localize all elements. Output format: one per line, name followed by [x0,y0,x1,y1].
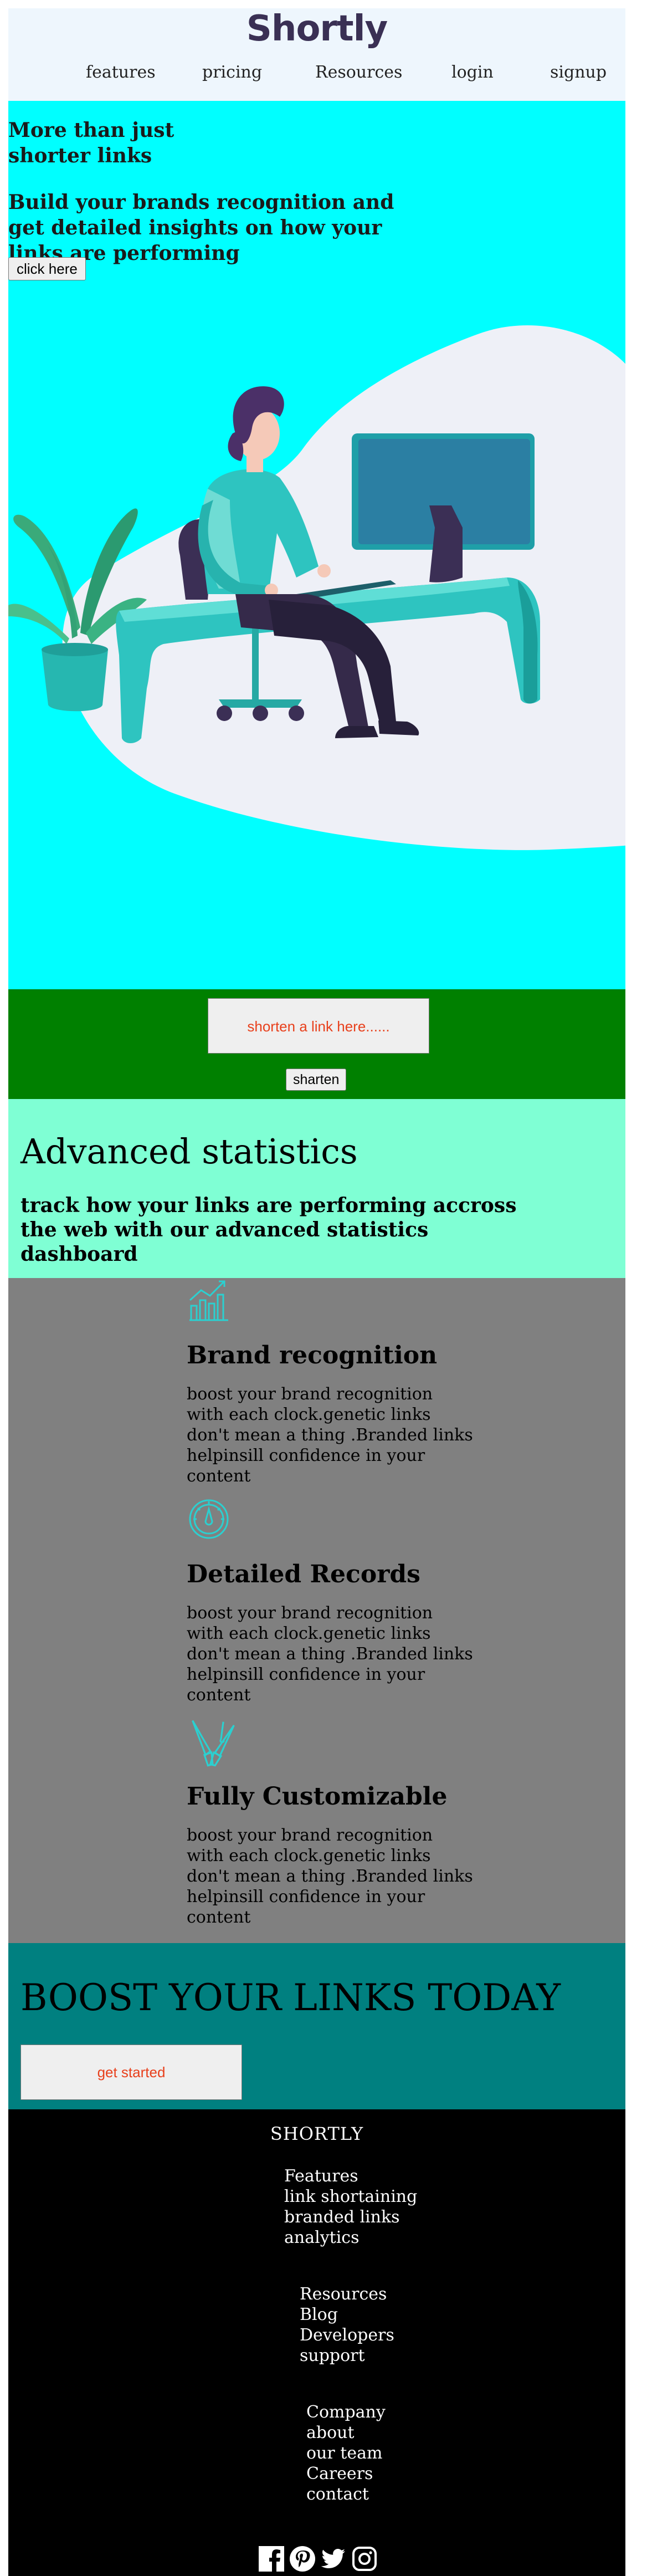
advanced-statistics-section: Advanced statistics track how your links… [8,1099,625,1278]
feature-title: Brand recognition [187,1341,438,1369]
boost-section: BOOST YOUR LINKS TODAY get started [8,1943,625,2109]
feature-text: boost your brand recognition with each c… [187,1826,473,1927]
footer-heading: Company [306,2403,386,2422]
footer-link[interactable]: link shortaining [284,2186,417,2207]
bar-chart-icon [189,1280,228,1321]
site-header: Shortly features pricing Resources login… [8,8,625,101]
twitter-icon[interactable] [320,2545,347,2573]
feature-card: Fully Customizable boost your brand reco… [187,1716,475,1928]
footer-column-company: Company about our team Careers contact [306,2402,386,2505]
person-working-at-desk-illustration [8,325,625,850]
feature-card: Brand recognition boost your brand recog… [187,1278,475,1486]
shorten-link-input[interactable]: shorten a link here...... [208,998,429,1054]
hero-subtitle: Build your brands recognition and get de… [8,191,394,265]
features-section: Brand recognition boost your brand recog… [8,1278,625,1943]
footer-link[interactable]: support [300,2345,394,2366]
nav-login[interactable]: login [451,63,494,82]
get-started-button[interactable]: get started [20,2045,242,2100]
instagram-icon[interactable] [351,2545,378,2573]
hero-title: More than just shorter links [8,119,174,167]
pinterest-icon[interactable] [289,2545,316,2573]
feature-text: boost your brand recognition with each c… [187,1603,473,1705]
site-footer: SHORTLY Features link shortaining brande… [8,2109,625,2576]
feature-card: Detailed Records boost your brand recogn… [187,1497,475,1705]
feature-text: boost your brand recognition with each c… [187,1384,473,1486]
footer-link[interactable]: Careers [306,2463,386,2484]
hero-section: More than just shorter links Build your … [8,101,625,989]
feature-title: Fully Customizable [187,1782,448,1811]
footer-link[interactable]: branded links [284,2207,417,2227]
footer-link[interactable]: Developers [300,2325,394,2345]
logo[interactable]: Shortly [8,8,625,49]
footer-brand: SHORTLY [270,2123,364,2144]
advanced-text: track how your links are performing accr… [20,1194,517,1266]
facebook-icon[interactable] [258,2545,285,2573]
advanced-title: Advanced statistics [20,1131,358,1172]
footer-link[interactable]: about [306,2422,386,2443]
shorten-section: shorten a link here...... sharten [8,989,625,1099]
brushes-icon [192,1720,235,1767]
footer-heading: Resources [300,2284,387,2304]
gauge-icon [189,1499,229,1539]
boost-title: BOOST YOUR LINKS TODAY [20,1976,561,2019]
feature-title: Detailed Records [187,1560,420,1588]
footer-link[interactable]: our team [306,2443,386,2463]
footer-link[interactable]: Blog [300,2304,394,2325]
footer-heading: Features [284,2166,358,2186]
footer-link[interactable]: analytics [284,2227,417,2248]
main-nav: features pricing Resources login signup [8,63,625,85]
nav-features[interactable]: features [86,63,156,82]
nav-signup[interactable]: signup [550,63,607,82]
footer-column-resources: Resources Blog Developers support [300,2284,394,2366]
shorten-button[interactable]: sharten [286,1069,347,1091]
footer-column-features: Features link shortaining branded links … [284,2166,417,2248]
nav-pricing[interactable]: pricing [202,63,262,82]
footer-link[interactable]: contact [306,2484,386,2505]
nav-resources[interactable]: Resources [315,63,402,82]
